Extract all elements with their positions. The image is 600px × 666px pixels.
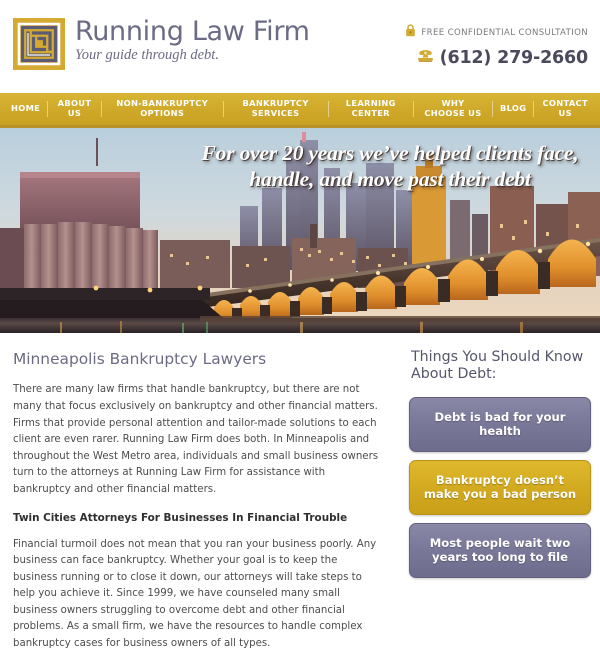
sidebar-fact-bankruptcy-stigma[interactable]: Bankruptcy doesn’t make you a bad person bbox=[409, 459, 591, 515]
header-contact-block: FREE CONFIDENTIAL CONSULTATION (612) 279… bbox=[405, 24, 588, 68]
site-header: Running Law Firm Your guide through debt… bbox=[0, 0, 600, 93]
sidebar-fact-debt-health[interactable]: Debt is bad for your health bbox=[409, 396, 591, 452]
nav-item-learning-center[interactable]: LEARNING CENTER bbox=[329, 93, 413, 125]
nav-item-contact-us[interactable]: CONTACT US bbox=[534, 93, 596, 125]
sidebar-title: Things You Should Know About Debt: bbox=[411, 349, 584, 383]
nav-item-bankruptcy-services[interactable]: BANKRUPTCY SERVICES bbox=[224, 93, 328, 125]
main-column: Minneapolis Bankruptcy Lawyers There are… bbox=[0, 333, 400, 666]
hero-banner: For over 20 years we’ve helped clients f… bbox=[0, 128, 600, 333]
nav-item-about-us[interactable]: ABOUT US bbox=[48, 93, 101, 125]
nav-item-why-choose-us[interactable]: WHY CHOOSE US bbox=[414, 93, 492, 125]
phone-row[interactable]: (612) 279-2660 bbox=[405, 48, 588, 68]
main-navigation[interactable]: HOME ABOUT US NON-BANKRUPTCY OPTIONS BAN… bbox=[0, 93, 600, 128]
intro-paragraph: There are many law firms that handle ban… bbox=[13, 384, 379, 495]
hero-headline: For over 20 years we’ve helped clients f… bbox=[201, 141, 579, 192]
sidebar-fact-wait-two-years[interactable]: Most people wait two years too long to f… bbox=[409, 522, 591, 578]
lock-icon bbox=[405, 24, 416, 42]
maze-logo-icon bbox=[13, 18, 65, 70]
section-subheading: Twin Cities Attorneys For Businesses In … bbox=[13, 512, 348, 525]
brand-text-block: Running Law Firm Your guide through debt… bbox=[75, 16, 310, 64]
consultation-text: FREE CONFIDENTIAL CONSULTATION bbox=[421, 28, 588, 38]
phone-number[interactable]: (612) 279-2660 bbox=[440, 48, 589, 68]
page-root: Running Law Firm Your guide through debt… bbox=[0, 0, 600, 649]
nav-item-home[interactable]: HOME bbox=[4, 93, 47, 125]
business-paragraph: Financial turmoil does not mean that you… bbox=[13, 538, 377, 649]
nav-item-non-bankruptcy-options[interactable]: NON-BANKRUPTCY OPTIONS bbox=[102, 93, 223, 125]
consultation-row: FREE CONFIDENTIAL CONSULTATION bbox=[405, 24, 588, 42]
brand-name: Running Law Firm bbox=[75, 16, 310, 47]
sidebar: Things You Should Know About Debt: Debt … bbox=[400, 333, 600, 666]
content-area: Minneapolis Bankruptcy Lawyers There are… bbox=[0, 333, 600, 666]
phone-icon bbox=[417, 49, 434, 68]
brand-tagline: Your guide through debt. bbox=[75, 47, 219, 64]
page-title: Minneapolis Bankruptcy Lawyers bbox=[13, 350, 267, 368]
nav-item-blog[interactable]: BLOG bbox=[493, 93, 533, 125]
brand-block[interactable]: Running Law Firm Your guide through debt… bbox=[13, 16, 310, 70]
